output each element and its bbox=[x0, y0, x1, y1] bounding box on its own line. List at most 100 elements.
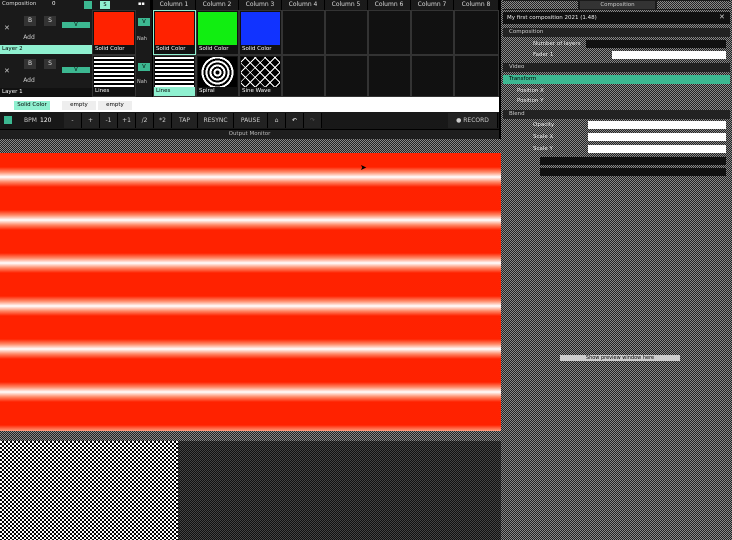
layer-1-s-button[interactable]: S bbox=[44, 59, 56, 69]
layer-1-nah-label[interactable]: Nah bbox=[137, 79, 147, 85]
layer-2-preview[interactable]: Solid Color bbox=[92, 10, 136, 55]
layer-1-clip-1[interactable]: Lines bbox=[153, 55, 196, 97]
bottom-left-preview[interactable] bbox=[0, 441, 178, 540]
column-header-5[interactable]: Column 5 bbox=[325, 0, 368, 10]
bpm-plus-button[interactable]: + bbox=[82, 113, 100, 128]
composition-icons: ▪▪ bbox=[138, 1, 145, 7]
prop-number-of-layers-input[interactable] bbox=[586, 40, 726, 48]
layer-1-clip-empty-8[interactable] bbox=[454, 55, 499, 97]
redo-icon[interactable]: ↷ bbox=[304, 113, 322, 128]
layer-2-preview-thumb bbox=[94, 12, 134, 46]
metronome-toggle-icon[interactable]: ⌂ bbox=[268, 113, 286, 128]
bpm-plus1-button[interactable]: +1 bbox=[118, 113, 136, 128]
clip-thumb-green bbox=[198, 12, 237, 46]
layer-1-add-button[interactable]: Add bbox=[18, 77, 40, 85]
layer-1-preview-thumb bbox=[94, 57, 134, 88]
layer-1-b-button[interactable]: B bbox=[24, 59, 36, 69]
deck-tab-1[interactable]: Solid Color bbox=[14, 101, 50, 110]
clip-label: Sine Wave bbox=[240, 87, 281, 96]
layer-2-clip-1[interactable]: Solid Color bbox=[153, 10, 196, 55]
layer-2-close-icon[interactable]: ✕ bbox=[4, 24, 10, 32]
mouse-cursor-icon: ➤ bbox=[360, 163, 367, 172]
layer-2-clip-empty-6[interactable] bbox=[368, 10, 411, 55]
layer-2-clip-empty-4[interactable] bbox=[282, 10, 325, 55]
column-header-6[interactable]: Column 6 bbox=[368, 0, 411, 10]
section-composition[interactable]: Composition bbox=[503, 28, 730, 37]
composition-toggle[interactable] bbox=[84, 1, 92, 9]
prop-opacity-slider[interactable] bbox=[588, 121, 726, 129]
undo-icon[interactable]: ↶ bbox=[286, 113, 304, 128]
clip-thumb-blue bbox=[241, 12, 280, 46]
layer-2-b-button[interactable]: B bbox=[24, 16, 36, 26]
clip-label: Lines bbox=[154, 87, 195, 96]
prop-scale-x-slider[interactable] bbox=[588, 133, 726, 141]
right-panel-empty-note: Show preview window here bbox=[560, 355, 680, 361]
layer-2-clip-empty-7[interactable] bbox=[411, 10, 454, 55]
clip-thumb-red bbox=[155, 12, 194, 46]
layer-1-label[interactable]: Layer 1 bbox=[0, 88, 92, 97]
clip-label: Solid Color bbox=[240, 45, 281, 54]
bpm-div2-button[interactable]: /2 bbox=[136, 113, 154, 128]
close-icon[interactable]: ✕ bbox=[719, 13, 725, 21]
composition-header: Composition 0 S ▪▪ bbox=[0, 0, 150, 10]
prop-scale-y-slider[interactable] bbox=[588, 145, 726, 153]
column-header-4[interactable]: Column 4 bbox=[282, 0, 325, 10]
column-header-2[interactable]: Column 2 bbox=[196, 0, 239, 10]
clip-label: Solid Color bbox=[154, 45, 195, 54]
metronome-icon[interactable] bbox=[4, 116, 12, 124]
right-tab-composition[interactable]: Composition bbox=[580, 1, 655, 9]
layer-2-label[interactable]: Layer 2 bbox=[0, 45, 92, 54]
clip-thumb-lines bbox=[155, 57, 194, 88]
layer-1-clip-empty-5[interactable] bbox=[325, 55, 368, 97]
bpm-minus1-button[interactable]: -1 bbox=[100, 113, 118, 128]
layer-2-v-fader[interactable]: V bbox=[62, 22, 90, 28]
bpm-value[interactable]: 120 bbox=[40, 117, 51, 124]
bpm-mul2-button[interactable]: *2 bbox=[154, 113, 172, 128]
layer-1-clip-3[interactable]: Sine Wave bbox=[239, 55, 282, 97]
column-header-7[interactable]: Column 7 bbox=[411, 0, 454, 10]
layer-1-preview[interactable]: Lines bbox=[92, 55, 136, 97]
layer-2-s-button[interactable]: S bbox=[44, 16, 56, 26]
tap-button[interactable]: TAP bbox=[172, 113, 198, 128]
section-video[interactable]: Video bbox=[503, 63, 730, 72]
composition-value[interactable]: 0 bbox=[52, 1, 56, 7]
column-header-3[interactable]: Column 3 bbox=[239, 0, 282, 10]
layer-1-close-icon[interactable]: ✕ bbox=[4, 67, 10, 75]
composition-s-button[interactable]: S bbox=[100, 1, 110, 9]
clip-label: Spiral bbox=[197, 87, 238, 96]
composition-label[interactable]: Composition bbox=[2, 1, 36, 7]
deck-tab-bar: Solid Color empty empty bbox=[0, 97, 499, 112]
right-panel-field-row-1[interactable] bbox=[540, 157, 726, 165]
column-header-row: Column 1 Column 2 Column 3 Column 4 Colu… bbox=[153, 0, 499, 10]
record-button[interactable]: ● RECORD bbox=[448, 113, 498, 128]
layer-1-clip-empty-4[interactable] bbox=[282, 55, 325, 97]
layer-2-clip-2[interactable]: Solid Color bbox=[196, 10, 239, 55]
layer-1-controls: ✕ B S Add V Layer 1 bbox=[0, 55, 92, 97]
output-monitor-canvas[interactable] bbox=[0, 153, 501, 431]
layer-2-clip-3[interactable]: Solid Color bbox=[239, 10, 282, 55]
resync-button[interactable]: RESYNC bbox=[198, 113, 234, 128]
right-panel-field-row-2[interactable] bbox=[540, 168, 726, 176]
layer-2-clip-empty-5[interactable] bbox=[325, 10, 368, 55]
file-title: My first composition 2021 (1.48) bbox=[507, 15, 597, 21]
column-header-8[interactable]: Column 8 bbox=[454, 0, 499, 10]
layer-1-side-toggle[interactable]: V bbox=[138, 63, 150, 71]
deck-tab-2[interactable]: empty bbox=[62, 101, 96, 110]
column-header-1[interactable]: Column 1 bbox=[153, 0, 196, 10]
right-tab-1[interactable] bbox=[503, 1, 578, 9]
section-transform[interactable]: Transform bbox=[503, 75, 730, 84]
section-blend[interactable]: Blend bbox=[503, 110, 730, 119]
layer-1-v-fader[interactable]: V bbox=[62, 67, 90, 73]
layer-2-side-toggle[interactable]: V bbox=[138, 18, 150, 26]
layer-2-nah-label[interactable]: Nah bbox=[137, 36, 147, 42]
layer-2-add-button[interactable]: Add bbox=[18, 34, 40, 42]
pause-button[interactable]: PAUSE bbox=[234, 113, 268, 128]
right-tab-3[interactable] bbox=[657, 1, 730, 9]
layer-1-clip-empty-7[interactable] bbox=[411, 55, 454, 97]
prop-fader-slider[interactable] bbox=[612, 51, 726, 59]
deck-tab-3[interactable]: empty bbox=[98, 101, 132, 110]
layer-1-clip-empty-6[interactable] bbox=[368, 55, 411, 97]
bpm-minus-button[interactable]: - bbox=[64, 113, 82, 128]
layer-1-clip-2[interactable]: Spiral bbox=[196, 55, 239, 97]
layer-2-clip-empty-8[interactable] bbox=[454, 10, 499, 55]
